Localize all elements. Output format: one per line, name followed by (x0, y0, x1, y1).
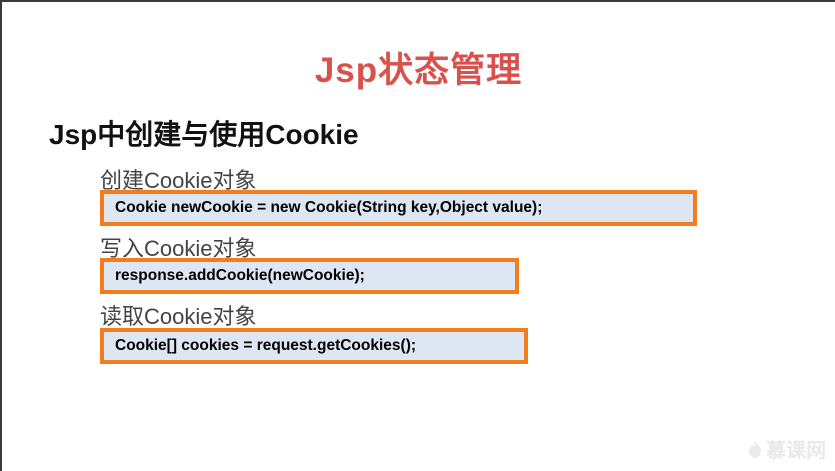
code-box-read: Cookie[] cookies = request.getCookies(); (100, 328, 528, 364)
code-box-write: response.addCookie(newCookie); (100, 258, 519, 294)
code-box-create: Cookie newCookie = new Cookie(String key… (100, 190, 697, 226)
slide-heading: Jsp中创建与使用Cookie (49, 119, 359, 150)
code-text-create: Cookie newCookie = new Cookie(String key… (115, 199, 543, 216)
code-text-read: Cookie[] cookies = request.getCookies(); (115, 337, 417, 354)
watermark-logo: 慕课网 (747, 434, 826, 463)
slide-title: Jsp状态管理 (314, 51, 523, 90)
watermark-text: 慕课网 (766, 440, 826, 462)
code-text-write: response.addCookie(newCookie); (115, 267, 365, 284)
flame-icon (747, 439, 763, 459)
slide: Jsp状态管理 Jsp中创建与使用Cookie 创建Cookie对象 Cooki… (0, 0, 835, 471)
section-label-read: 读取Cookie对象 (100, 304, 257, 329)
